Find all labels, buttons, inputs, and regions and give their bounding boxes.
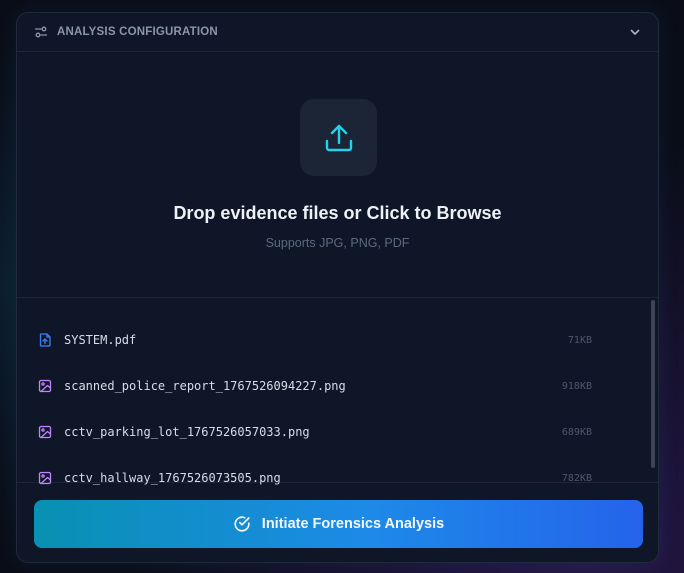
file-list: SYSTEM.pdf 71KB scanned_police_report_17… [17,299,658,485]
file-dropzone[interactable]: Drop evidence files or Click to Browse S… [17,52,658,298]
image-icon [38,425,52,439]
file-size: 782KB [561,473,592,484]
panel-header[interactable]: ANALYSIS CONFIGURATION [17,13,658,52]
file-name: scanned_police_report_1767526094227.png [64,379,346,393]
file-name: cctv_hallway_1767526073505.png [64,471,281,485]
initiate-analysis-button[interactable]: Initiate Forensics Analysis [34,500,643,548]
file-list-scrollbar[interactable] [651,300,655,468]
check-circle-icon [233,515,251,533]
sliders-icon [34,25,48,39]
file-size: 689KB [561,427,592,438]
initiate-analysis-label: Initiate Forensics Analysis [261,516,445,532]
file-row[interactable]: SYSTEM.pdf 71KB [17,318,617,364]
file-pdf-icon [38,333,52,347]
image-icon [38,471,52,485]
upload-icon [322,121,356,155]
upload-tile[interactable] [300,99,377,176]
chevron-down-icon[interactable] [629,26,641,38]
file-row[interactable]: cctv_hallway_1767526073505.png 782KB [17,456,617,502]
file-size: 71KB [567,335,592,346]
file-name: cctv_parking_lot_1767526057033.png [64,425,310,439]
analysis-configuration-panel: ANALYSIS CONFIGURATION Drop evidence fil… [16,12,659,563]
dropzone-subtitle: Supports JPG, PNG, PDF [265,236,410,250]
dropzone-title: Drop evidence files or Click to Browse [173,203,502,223]
file-size: 918KB [561,381,592,392]
file-name: SYSTEM.pdf [64,333,137,347]
file-row[interactable]: cctv_parking_lot_1767526057033.png 689KB [17,410,617,456]
file-row[interactable]: scanned_police_report_1767526094227.png … [17,364,617,410]
panel-title: ANALYSIS CONFIGURATION [57,26,218,38]
image-icon [38,379,52,393]
